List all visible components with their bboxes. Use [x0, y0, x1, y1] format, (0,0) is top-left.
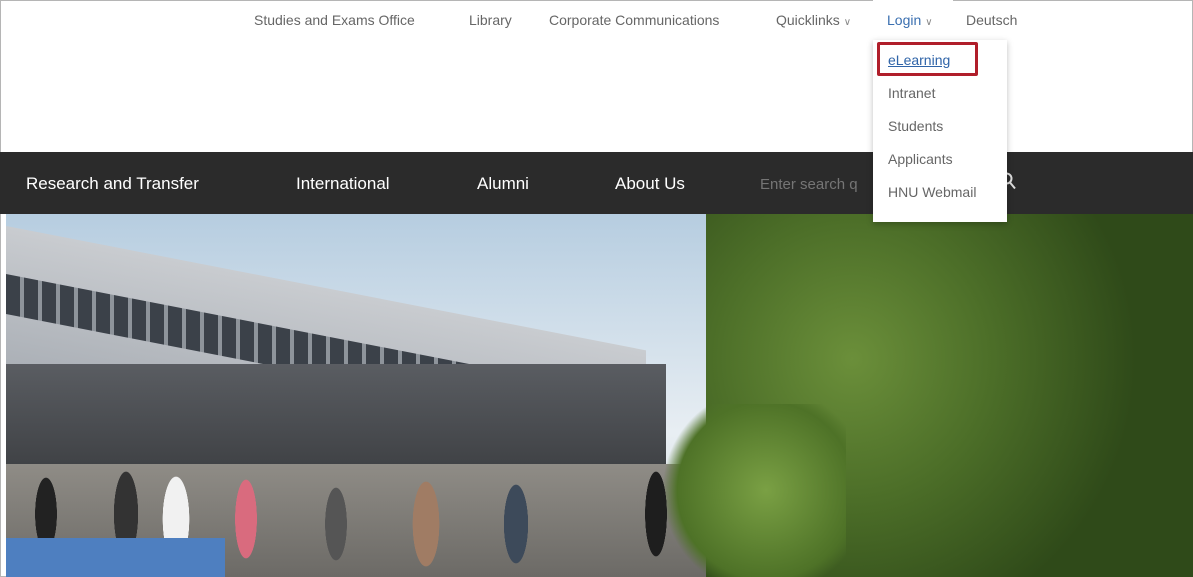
nav-international[interactable]: International	[296, 174, 390, 194]
quicklinks-label: Quicklinks	[776, 12, 840, 28]
dropdown-item-applicants[interactable]: Applicants	[888, 151, 953, 167]
dropdown-item-students[interactable]: Students	[888, 118, 943, 134]
link-corporate-communications[interactable]: Corporate Communications	[549, 12, 719, 28]
link-deutsch[interactable]: Deutsch	[966, 12, 1017, 28]
login-menu[interactable]: Login ∨	[887, 12, 933, 28]
chevron-down-icon: ∨	[925, 17, 933, 28]
chevron-down-icon: ∨	[843, 17, 852, 28]
nav-about-us[interactable]: About Us	[615, 174, 685, 194]
link-library[interactable]: Library	[469, 12, 512, 28]
nav-research-transfer[interactable]: Research and Transfer	[26, 174, 199, 194]
dropdown-item-hnu-webmail[interactable]: HNU Webmail	[888, 184, 976, 200]
hero-caption-box	[6, 538, 225, 577]
dropdown-item-intranet[interactable]: Intranet	[888, 85, 935, 101]
login-label: Login	[887, 12, 922, 28]
hero-image	[6, 214, 1193, 577]
elearning-highlight-box	[877, 42, 978, 76]
quicklinks-menu[interactable]: Quicklinks ∨	[776, 12, 851, 28]
utility-bar: Studies and Exams Office Library Corpora…	[0, 0, 1193, 40]
link-studies-exams-office[interactable]: Studies and Exams Office	[254, 12, 415, 28]
nav-alumni[interactable]: Alumni	[477, 174, 529, 194]
